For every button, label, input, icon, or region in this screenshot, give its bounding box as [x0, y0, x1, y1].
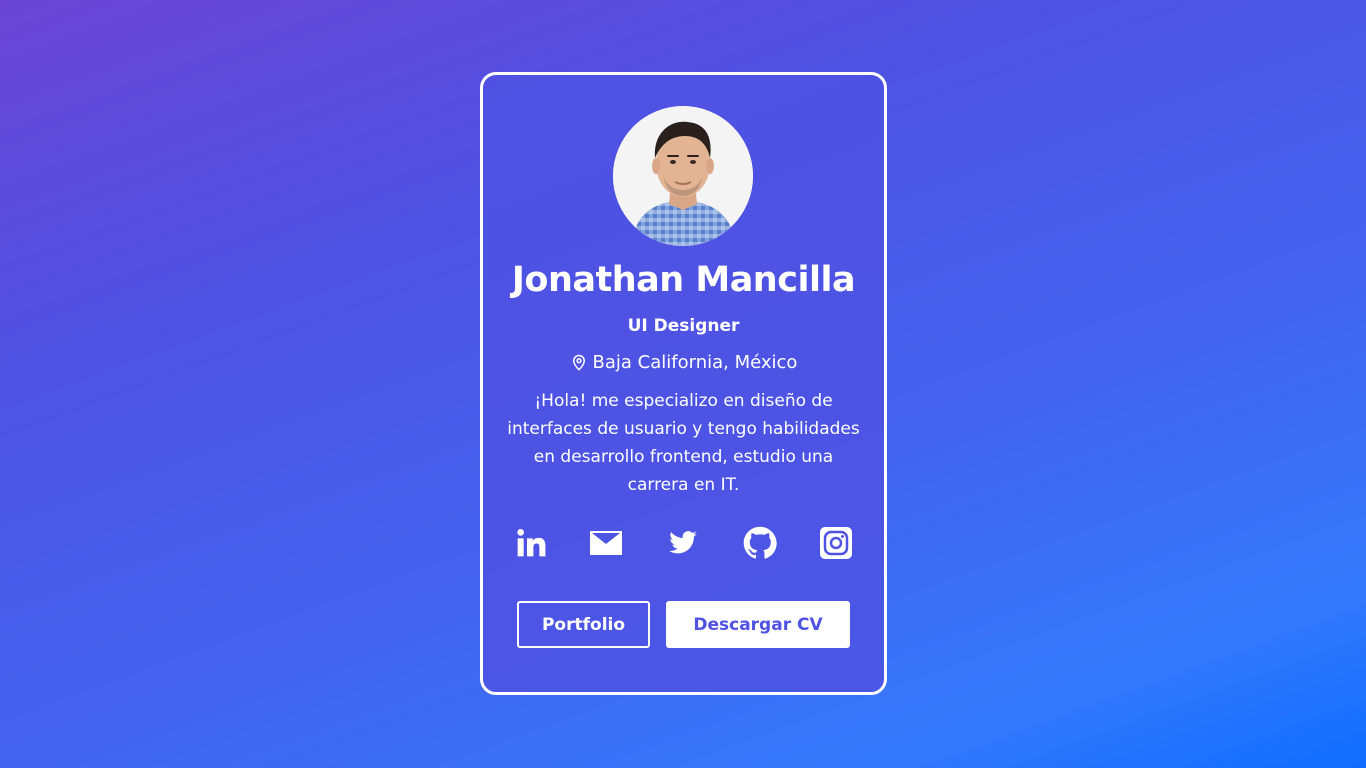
profile-bio: ¡Hola! me especializo en diseño de inter…: [507, 391, 860, 495]
portfolio-button[interactable]: Portfolio: [517, 601, 650, 648]
avatar: [613, 106, 753, 246]
linkedin-icon[interactable]: [513, 525, 549, 561]
instagram-icon[interactable]: [818, 525, 854, 561]
mail-icon[interactable]: [588, 525, 624, 561]
download-cv-button[interactable]: Descargar CV: [666, 601, 850, 648]
github-icon[interactable]: [742, 525, 778, 561]
location-pin-icon: [570, 353, 588, 373]
profile-name: Jonathan Mancilla: [511, 260, 856, 300]
social-links: [513, 525, 854, 561]
profile-role: UI Designer: [627, 316, 740, 336]
profile-location: Baja California, México: [483, 352, 884, 373]
location-text: Baja California, México: [592, 352, 798, 373]
twitter-icon[interactable]: [665, 525, 701, 561]
profile-card: Jonathan Mancilla UI Designer Baja Calif…: [480, 72, 887, 695]
avatar-photo: [613, 106, 753, 246]
